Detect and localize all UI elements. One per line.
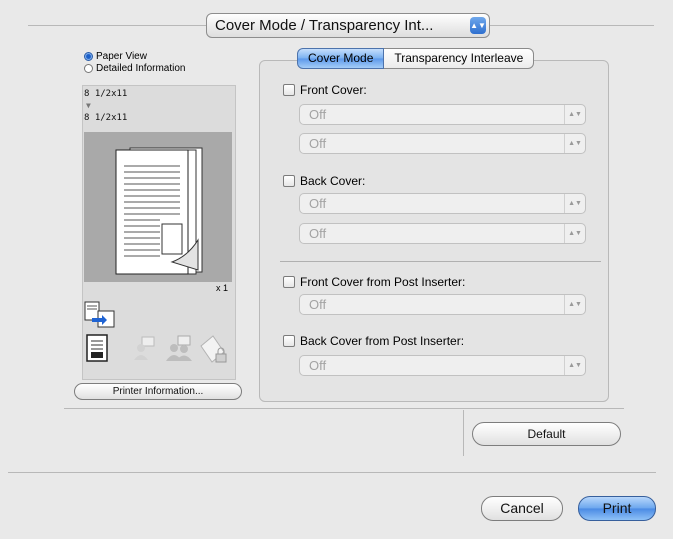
view-options: Paper View Detailed Information [84,50,186,74]
front-cover-label: Front Cover: [300,83,367,97]
front-cover-option[interactable]: Front Cover: [283,83,367,97]
user-document-icon [134,336,155,360]
select-arrows-icon: ▲▼ [564,295,585,314]
paper-size-to: 8 1/2x11 [84,113,128,123]
back-cover-option[interactable]: Back Cover: [283,174,365,188]
front-post-inserter-checkbox[interactable] [283,276,295,288]
front-post-inserter-option[interactable]: Front Cover from Post Inserter: [283,275,465,289]
back-post-inserter-select[interactable]: Off ▲▼ [299,355,586,376]
secure-document-icon [200,335,227,363]
select-arrows-icon: ▲▼ [564,356,585,375]
print-button-label: Print [602,500,632,516]
group-separator [280,261,601,262]
default-button[interactable]: Default [472,422,621,446]
printer-information-button[interactable]: Printer Information... [74,383,242,400]
select-arrows-icon: ▲▼ [564,105,585,124]
back-cover-label: Back Cover: [300,174,366,188]
front-post-inserter-label: Front Cover from Post Inserter: [300,275,466,289]
default-divider [463,410,464,456]
back-cover-select-2[interactable]: Off ▲▼ [299,223,586,244]
front-cover-checkbox[interactable] [283,84,295,96]
cancel-button-label: Cancel [500,500,544,516]
bottom-separator [8,472,656,473]
select-arrows-icon: ▲▼ [564,134,585,153]
tab-bar: Cover Mode Transparency Interleave [297,48,535,69]
popup-arrows-icon: ▲▼ [470,17,486,34]
back-cover-select-1-value: Off [309,196,327,211]
print-button[interactable]: Print [578,496,656,521]
radio-paper-view-label: Paper View [96,50,147,62]
front-cover-select-1-value: Off [309,107,327,122]
back-post-inserter-select-value: Off [309,358,327,373]
paper-size-from: 8 1/2x11 [84,89,128,99]
front-post-inserter-select[interactable]: Off ▲▼ [299,294,586,315]
users-document-icon [166,335,192,361]
document-icon [86,334,108,362]
top-separator-left [28,25,206,26]
lower-separator [64,408,624,409]
select-arrows-icon: ▲▼ [564,194,585,213]
radio-paper-view[interactable]: Paper View [84,50,186,62]
radio-selected-icon[interactable] [84,51,93,61]
document-preview-icon [115,147,203,275]
back-post-inserter-label: Back Cover from Post Inserter: [300,334,465,348]
back-cover-select-1[interactable]: Off ▲▼ [299,193,586,214]
back-post-inserter-checkbox[interactable] [283,335,295,347]
copies-count: x 1 [216,283,229,293]
back-post-inserter-option[interactable]: Back Cover from Post Inserter: [283,334,464,348]
select-arrows-icon: ▲▼ [564,224,585,243]
tab-transparency-interleave-label: Transparency Interleave [394,51,524,65]
top-separator-right [490,25,654,26]
tab-transparency-interleave[interactable]: Transparency Interleave [384,48,535,69]
front-cover-select-2[interactable]: Off ▲▼ [299,133,586,154]
front-cover-select-1[interactable]: Off ▲▼ [299,104,586,125]
cancel-button[interactable]: Cancel [481,496,563,521]
front-post-inserter-select-value: Off [309,297,327,312]
tab-cover-mode[interactable]: Cover Mode [297,48,385,69]
panel-popup-label: Cover Mode / Transparency Int... [215,17,434,34]
panel-popup-button[interactable]: Cover Mode / Transparency Int... ▲▼ [206,13,490,38]
down-arrow-icon: ▼ [86,101,91,110]
front-cover-select-2-value: Off [309,136,327,151]
page-preview-area [84,132,232,282]
back-cover-checkbox[interactable] [283,175,295,187]
radio-detailed-information[interactable]: Detailed Information [84,62,186,74]
back-cover-select-2-value: Off [309,226,327,241]
radio-detailed-information-label: Detailed Information [96,62,186,74]
printer-information-label: Printer Information... [112,386,204,397]
paper-transfer-icon [84,301,115,328]
default-button-label: Default [527,427,566,441]
radio-unselected-icon[interactable] [84,63,93,73]
tab-cover-mode-label: Cover Mode [308,51,374,65]
